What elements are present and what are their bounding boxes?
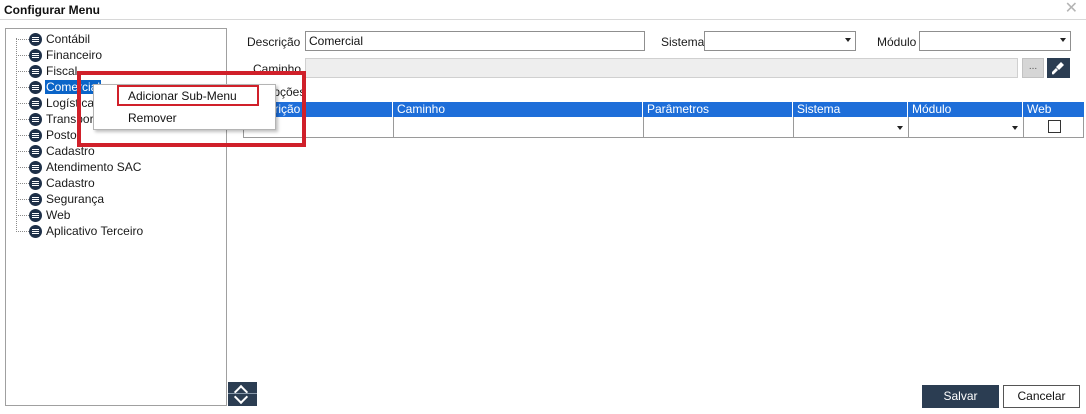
close-icon[interactable]: ✕ bbox=[1065, 0, 1078, 18]
chevron-down-icon bbox=[845, 38, 851, 42]
tree-item-label: Web bbox=[46, 208, 71, 222]
title-bar: Configurar Menu ✕ bbox=[0, 0, 1086, 20]
table-row[interactable] bbox=[243, 117, 1084, 138]
menu-node-icon bbox=[29, 144, 42, 158]
menu-node-icon bbox=[29, 160, 42, 174]
tree-item-label: Aplicativo Terceiro bbox=[46, 224, 144, 238]
tree-item-label: Segurança bbox=[46, 192, 105, 206]
descricao-label: Descrição bbox=[247, 35, 301, 49]
column-header-sistema[interactable]: Sistema bbox=[793, 102, 908, 117]
tree-item-financeiro[interactable]: Financeiro bbox=[16, 47, 103, 63]
options-grid[interactable]: Descrição Caminho Parâmetros Sistema Mód… bbox=[243, 102, 1084, 138]
menu-node-icon bbox=[29, 48, 42, 62]
nav-divider bbox=[228, 393, 257, 394]
modulo-select[interactable] bbox=[919, 31, 1071, 51]
tree-item-fiscal[interactable]: Fiscal bbox=[16, 63, 78, 79]
cell-modulo[interactable] bbox=[909, 117, 1024, 137]
window-title: Configurar Menu bbox=[4, 3, 100, 17]
chevron-down-icon[interactable] bbox=[897, 126, 903, 130]
sistema-select[interactable] bbox=[704, 31, 856, 51]
grid-header: Descrição Caminho Parâmetros Sistema Mód… bbox=[243, 102, 1084, 117]
tree-item-cadastro-2[interactable]: Cadastro bbox=[16, 175, 96, 191]
menu-node-icon bbox=[29, 224, 42, 238]
menu-node-icon bbox=[29, 80, 42, 94]
tree-item-posto[interactable]: Posto bbox=[16, 127, 78, 143]
tree-item-aplicativo-terceiro[interactable]: Aplicativo Terceiro bbox=[16, 223, 144, 239]
cell-web[interactable] bbox=[1024, 117, 1084, 137]
menu-node-icon bbox=[29, 32, 42, 46]
collapse-expand-button[interactable] bbox=[228, 382, 257, 406]
column-header-parametros[interactable]: Parâmetros bbox=[643, 102, 793, 117]
highlight-box-outer bbox=[77, 71, 306, 147]
tree-item-atendimento-sac[interactable]: Atendimento SAC bbox=[16, 159, 142, 175]
clear-brush-button[interactable] bbox=[1047, 58, 1070, 78]
cell-sistema[interactable] bbox=[794, 117, 909, 137]
tree-item-label: Atendimento SAC bbox=[46, 160, 142, 174]
menu-node-icon bbox=[29, 176, 42, 190]
tree-item-contabil[interactable]: Contábil bbox=[16, 31, 91, 47]
descricao-input[interactable] bbox=[305, 31, 645, 51]
menu-node-icon bbox=[29, 112, 42, 126]
tree-item-label: Posto bbox=[46, 128, 77, 142]
tree-item-label: Fiscal bbox=[46, 64, 78, 78]
tree-item-label: Cadastro bbox=[46, 176, 95, 190]
menu-node-icon bbox=[29, 96, 42, 110]
tree-item-seguranca[interactable]: Segurança bbox=[16, 191, 105, 207]
column-header-caminho[interactable]: Caminho bbox=[393, 102, 643, 117]
caminho-input[interactable] bbox=[305, 58, 1018, 78]
sistema-label: Sistema bbox=[661, 35, 705, 49]
tree-item-web[interactable]: Web bbox=[16, 207, 71, 223]
chevron-down-icon[interactable] bbox=[1012, 126, 1018, 130]
column-header-web[interactable]: Web bbox=[1023, 102, 1084, 117]
browse-button[interactable]: ... bbox=[1022, 58, 1044, 78]
column-header-modulo[interactable]: Módulo bbox=[908, 102, 1023, 117]
cell-caminho[interactable] bbox=[394, 117, 644, 137]
menu-node-icon bbox=[29, 64, 42, 78]
menu-node-icon bbox=[29, 128, 42, 142]
tree-item-label: Financeiro bbox=[46, 48, 103, 62]
cancel-button[interactable]: Cancelar bbox=[1003, 385, 1080, 408]
brush-icon bbox=[1052, 62, 1064, 75]
web-checkbox[interactable] bbox=[1048, 120, 1061, 133]
menu-node-icon bbox=[29, 192, 42, 206]
chevron-down-icon bbox=[1060, 38, 1066, 42]
modulo-label: Módulo bbox=[877, 35, 917, 49]
tree-item-label: Contábil bbox=[46, 32, 91, 46]
save-button[interactable]: Salvar bbox=[922, 385, 999, 408]
menu-node-icon bbox=[29, 208, 42, 222]
cell-parametros[interactable] bbox=[644, 117, 794, 137]
